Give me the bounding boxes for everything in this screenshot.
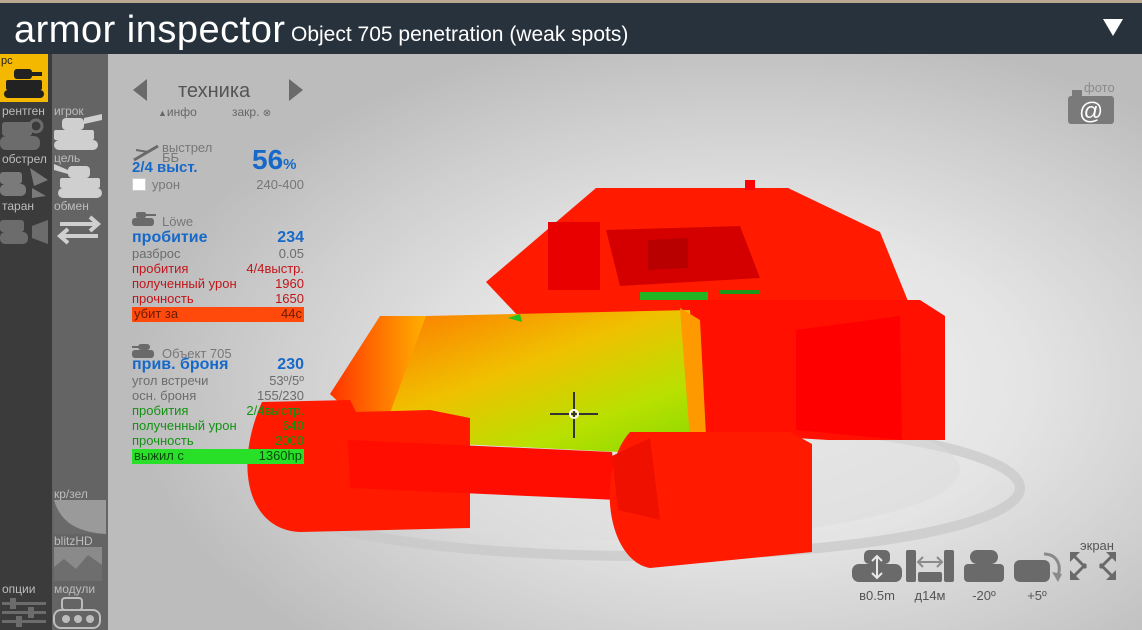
app-header: armor inspector Object 705 penetration (…	[0, 3, 1142, 54]
height-tank-icon[interactable]	[852, 548, 902, 584]
attacker-row-value: 1960	[275, 276, 304, 291]
info-label: инфо	[166, 105, 197, 119]
attacker-row-label: убит за	[134, 306, 179, 321]
close-circle-icon: ⊗	[262, 108, 272, 119]
target-row-value: 2/4выстр.	[246, 403, 304, 418]
sidebar-item-ram[interactable]: таран	[2, 199, 34, 213]
target-row: полученный урон 640	[132, 419, 304, 434]
target-row-label: осн. броня	[132, 388, 197, 403]
attacker-name: Löwe	[162, 214, 194, 229]
distance-icon[interactable]	[906, 548, 954, 584]
attacker-row-value: 4/4выстр.	[246, 261, 304, 276]
target-row: прив. броня 230	[132, 356, 304, 374]
target-row-value: 230	[277, 356, 304, 373]
pin-toggle[interactable]: закр. ⊗	[232, 105, 271, 119]
attacker-row: полученный урон 1960	[132, 277, 304, 292]
attacker-row-value: 234	[277, 229, 304, 246]
blitzhd-preview[interactable]	[54, 547, 102, 581]
left-sidebar: рс рентген обстрел таран опции	[0, 54, 52, 630]
hits-count: 2/4 выст.	[132, 159, 198, 176]
modules-icon[interactable]	[52, 596, 104, 630]
attacker-row: пробития 4/4выстр.	[132, 262, 304, 277]
target-tank-icon[interactable]	[54, 162, 104, 200]
attacker-row-label: пробитие	[132, 229, 208, 246]
control-label-rotate: +5º	[1027, 588, 1047, 603]
player-tank-icon[interactable]	[54, 114, 104, 152]
target-row-value: 2000	[275, 433, 304, 448]
attacker-row-value: 0.05	[278, 246, 304, 261]
target-row-value: 1360hp	[258, 448, 302, 463]
attacker-row-label: пробития	[132, 261, 189, 276]
xray-icon[interactable]	[0, 116, 48, 154]
target-row-label: угол встречи	[132, 373, 209, 388]
control-label-distance: д14м	[914, 588, 946, 603]
target-row-label: прочность	[132, 433, 194, 448]
damage-checkbox[interactable]	[132, 178, 146, 191]
target-row-label: полученный урон	[132, 418, 237, 433]
sliders-icon[interactable]	[2, 598, 48, 628]
sidebar-item-redgreen[interactable]: кр/зел	[54, 487, 88, 501]
attacker-row-value: 44с	[281, 306, 302, 321]
fullscreen-icon[interactable]	[1068, 550, 1118, 582]
vehicle-nav-label[interactable]: техника	[178, 80, 250, 103]
damage-range: 240-400	[256, 177, 304, 192]
attacker-row-label: разброс	[132, 246, 181, 261]
rotate-tank-icon[interactable]	[1014, 548, 1064, 584]
camera-icon[interactable]: @	[1066, 86, 1116, 126]
right-sidebar: игрок цель обмен кр/зел blitzHD модули	[52, 54, 108, 630]
sidebar-item-options[interactable]: опции	[2, 582, 35, 596]
target-row-label: прив. броня	[132, 356, 229, 373]
target-row-label: выжил с	[134, 448, 184, 463]
shooting-icon[interactable]	[0, 164, 50, 200]
caret-up-icon: ▲	[158, 108, 167, 118]
damage-label: урон	[152, 177, 180, 192]
armor-viewport[interactable]: фото @ экран	[108, 54, 1142, 630]
target-row: осн. броня 155/230	[132, 389, 304, 404]
sidebar-item-modules[interactable]: модули	[54, 582, 95, 596]
attacker-row: разброс 0.05	[132, 247, 304, 262]
target-row: пробития 2/4выстр.	[132, 404, 304, 419]
target-row-value: 53º/5º	[269, 373, 304, 388]
dropdown-triangle-icon[interactable]	[1102, 17, 1124, 37]
next-arrow-icon[interactable]	[288, 78, 304, 102]
attacker-tank-icon	[132, 212, 156, 226]
sidebar-item-blitzhd[interactable]: blitzHD	[54, 534, 93, 548]
target-row-value: 155/230	[257, 388, 304, 403]
app-title: armor inspector	[14, 9, 286, 51]
target-row: выжил с 1360hp	[132, 449, 304, 464]
ram-icon[interactable]	[0, 212, 50, 248]
sidebar-item-rs[interactable]: рс	[0, 54, 48, 102]
landscape-icon	[54, 555, 102, 581]
target-row: прочность 2000	[132, 434, 304, 449]
attacker-row-value: 1650	[275, 291, 304, 306]
page-subtitle: Object 705 penetration (weak spots)	[291, 23, 629, 46]
attacker-row-label: прочность	[132, 291, 194, 306]
svg-text:@: @	[1079, 98, 1103, 125]
curve-icon	[54, 500, 106, 534]
pitch-tank-icon[interactable]	[962, 548, 1006, 584]
attacker-row: пробитие 234	[132, 229, 304, 247]
redgreen-toggle[interactable]	[54, 500, 106, 534]
target-row-label: пробития	[132, 403, 189, 418]
target-row-value: 640	[282, 418, 304, 433]
attacker-row-label: полученный урон	[132, 276, 237, 291]
sidebar-item-swap[interactable]: обмен	[54, 199, 89, 213]
pin-label: закр.	[232, 105, 260, 119]
swap-arrows-icon[interactable]	[54, 214, 104, 246]
hit-percent: 56%	[252, 144, 297, 175]
info-toggle[interactable]: ▲инфо	[158, 105, 197, 119]
tank-model[interactable]	[108, 54, 1142, 630]
control-label-height: в0.5m	[859, 588, 895, 603]
target-row: угол встречи 53º/5º	[132, 374, 304, 389]
tank-icon	[4, 69, 44, 98]
control-label-pitch: -20º	[972, 588, 996, 603]
attacker-row: убит за 44с	[132, 307, 304, 322]
attacker-row: прочность 1650	[132, 292, 304, 307]
prev-arrow-icon[interactable]	[132, 78, 148, 102]
